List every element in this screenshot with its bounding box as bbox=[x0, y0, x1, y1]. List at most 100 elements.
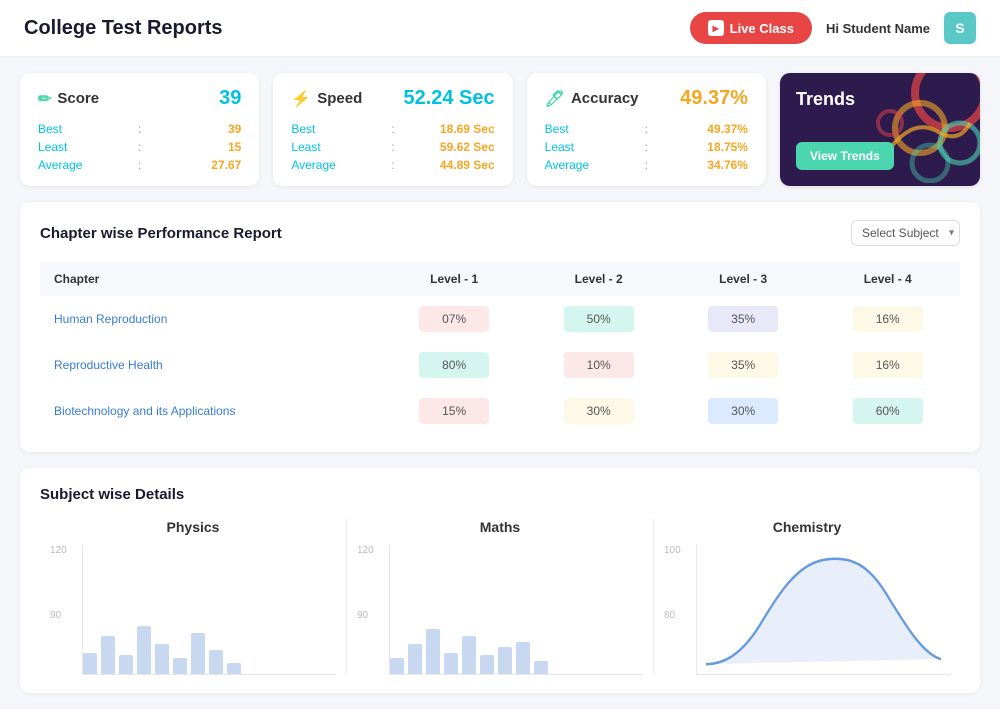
chemistry-y-labels: 100 80 bbox=[664, 545, 681, 675]
chemistry-title: Chemistry bbox=[664, 519, 950, 535]
physics-chart: 120 90 bbox=[50, 545, 336, 675]
score-icon: ✏ bbox=[38, 89, 51, 109]
trends-card: Trends View Trends bbox=[780, 73, 980, 186]
col-level4: Level - 4 bbox=[815, 262, 960, 296]
col-level1: Level - 1 bbox=[382, 262, 527, 296]
col-level2: Level - 2 bbox=[526, 262, 671, 296]
charts-row: Physics 120 90 Maths 120 90 bbox=[40, 519, 960, 675]
performance-report-section: Chapter wise Performance Report Select S… bbox=[20, 202, 980, 452]
chart-bar bbox=[173, 658, 187, 674]
maths-bars bbox=[389, 545, 643, 675]
performance-table: Chapter Level - 1 Level - 2 Level - 3 Le… bbox=[40, 262, 960, 434]
chart-bar bbox=[191, 633, 205, 674]
level3-cell: 35% bbox=[671, 296, 816, 342]
student-name-text: Student Name bbox=[843, 21, 930, 36]
speed-label: ⚡ Speed bbox=[291, 89, 362, 109]
subject-details-section: Subject wise Details Physics 120 90 Math… bbox=[20, 468, 980, 693]
table-row: Reproductive Health 80% 10% 35% 16% bbox=[40, 342, 960, 388]
table-row: Human Reproduction 07% 50% 35% 16% bbox=[40, 296, 960, 342]
score-header: ✏ Score 39 bbox=[38, 87, 241, 110]
chemistry-chart-block: Chemistry 100 80 bbox=[654, 519, 960, 675]
view-trends-button[interactable]: View Trends bbox=[796, 142, 894, 170]
physics-y-mid: 90 bbox=[50, 610, 67, 621]
level2-cell: 10% bbox=[526, 342, 671, 388]
student-greeting: Hi Student Name bbox=[826, 21, 930, 36]
maths-y-mid: 90 bbox=[357, 610, 374, 621]
speed-card: ⚡ Speed 52.24 Sec Best : 18.69 Sec Least… bbox=[273, 73, 512, 186]
maths-chart-block: Maths 120 90 bbox=[347, 519, 654, 675]
level2-cell: 50% bbox=[526, 296, 671, 342]
performance-header: Chapter wise Performance Report Select S… bbox=[40, 220, 960, 246]
live-class-label: Live Class bbox=[730, 21, 794, 36]
chart-bar bbox=[462, 636, 476, 674]
score-value: 39 bbox=[219, 87, 241, 110]
chart-bar bbox=[209, 650, 223, 674]
score-label: ✏ Score bbox=[38, 89, 99, 109]
subject-details-title: Subject wise Details bbox=[40, 486, 960, 503]
chapter-name: Biotechnology and its Applications bbox=[40, 388, 382, 434]
level4-cell: 60% bbox=[815, 388, 960, 434]
maths-chart: 120 90 bbox=[357, 545, 643, 675]
chart-bar bbox=[227, 663, 241, 674]
chart-bar bbox=[444, 653, 458, 675]
chart-bar bbox=[83, 653, 97, 675]
accuracy-card: 🖊 Accuracy 49.37% Best : 49.37% Least : … bbox=[527, 73, 766, 186]
maths-y-labels: 120 90 bbox=[357, 545, 374, 675]
level2-cell: 30% bbox=[526, 388, 671, 434]
chart-bar bbox=[155, 644, 169, 674]
speed-details: Best : 18.69 Sec Least : 59.62 Sec Avera… bbox=[291, 122, 494, 172]
accuracy-details: Best : 49.37% Least : 18.75% Average : 3… bbox=[545, 122, 748, 172]
chemistry-y-top: 100 bbox=[664, 545, 681, 556]
maths-y-top: 120 bbox=[357, 545, 374, 556]
level4-cell: 16% bbox=[815, 342, 960, 388]
accuracy-icon: 🖊 bbox=[545, 89, 565, 109]
page-title: College Test Reports bbox=[24, 17, 223, 40]
level1-cell: 07% bbox=[382, 296, 527, 342]
physics-y-labels: 120 90 bbox=[50, 545, 67, 675]
physics-title: Physics bbox=[50, 519, 336, 535]
level1-cell: 15% bbox=[382, 388, 527, 434]
trends-title: Trends bbox=[796, 89, 964, 110]
chart-bar bbox=[426, 629, 440, 674]
chemistry-curve-area bbox=[696, 545, 950, 675]
table-row: Biotechnology and its Applications 15% 3… bbox=[40, 388, 960, 434]
header: College Test Reports Live Class Hi Stude… bbox=[0, 0, 1000, 57]
score-card: ✏ Score 39 Best : 39 Least : 15 Average … bbox=[20, 73, 259, 186]
accuracy-label: 🖊 Accuracy bbox=[545, 89, 639, 109]
subject-select-wrap[interactable]: Select Subject bbox=[851, 220, 960, 246]
chart-bar bbox=[119, 655, 133, 674]
live-class-button[interactable]: Live Class bbox=[690, 12, 812, 44]
stats-row: ✏ Score 39 Best : 39 Least : 15 Average … bbox=[20, 73, 980, 186]
chemistry-y-mid: 80 bbox=[664, 610, 681, 621]
physics-bars bbox=[82, 545, 336, 675]
subject-select[interactable]: Select Subject bbox=[851, 220, 960, 246]
maths-title: Maths bbox=[357, 519, 643, 535]
score-details: Best : 39 Least : 15 Average : 27.67 bbox=[38, 122, 241, 172]
col-chapter: Chapter bbox=[40, 262, 382, 296]
chart-bar bbox=[390, 658, 404, 674]
speed-value: 52.24 Sec bbox=[403, 87, 494, 110]
chart-bar bbox=[498, 647, 512, 674]
chemistry-svg bbox=[697, 545, 950, 674]
chapter-name: Reproductive Health bbox=[40, 342, 382, 388]
performance-title: Chapter wise Performance Report bbox=[40, 225, 282, 242]
level4-cell: 16% bbox=[815, 296, 960, 342]
chart-bar bbox=[480, 655, 494, 674]
main-content: ✏ Score 39 Best : 39 Least : 15 Average … bbox=[0, 57, 1000, 709]
accuracy-header: 🖊 Accuracy 49.37% bbox=[545, 87, 748, 110]
level3-cell: 30% bbox=[671, 388, 816, 434]
chart-bar bbox=[534, 661, 548, 674]
physics-y-top: 120 bbox=[50, 545, 67, 556]
chart-bar bbox=[408, 644, 422, 674]
speed-icon: ⚡ bbox=[291, 89, 311, 109]
chapter-name: Human Reproduction bbox=[40, 296, 382, 342]
col-level3: Level - 3 bbox=[671, 262, 816, 296]
avatar: S bbox=[944, 12, 976, 44]
header-right: Live Class Hi Student Name S bbox=[690, 12, 976, 44]
accuracy-value: 49.37% bbox=[680, 87, 748, 110]
level1-cell: 80% bbox=[382, 342, 527, 388]
table-header-row: Chapter Level - 1 Level - 2 Level - 3 Le… bbox=[40, 262, 960, 296]
speed-header: ⚡ Speed 52.24 Sec bbox=[291, 87, 494, 110]
level3-cell: 35% bbox=[671, 342, 816, 388]
chemistry-chart: 100 80 bbox=[664, 545, 950, 675]
